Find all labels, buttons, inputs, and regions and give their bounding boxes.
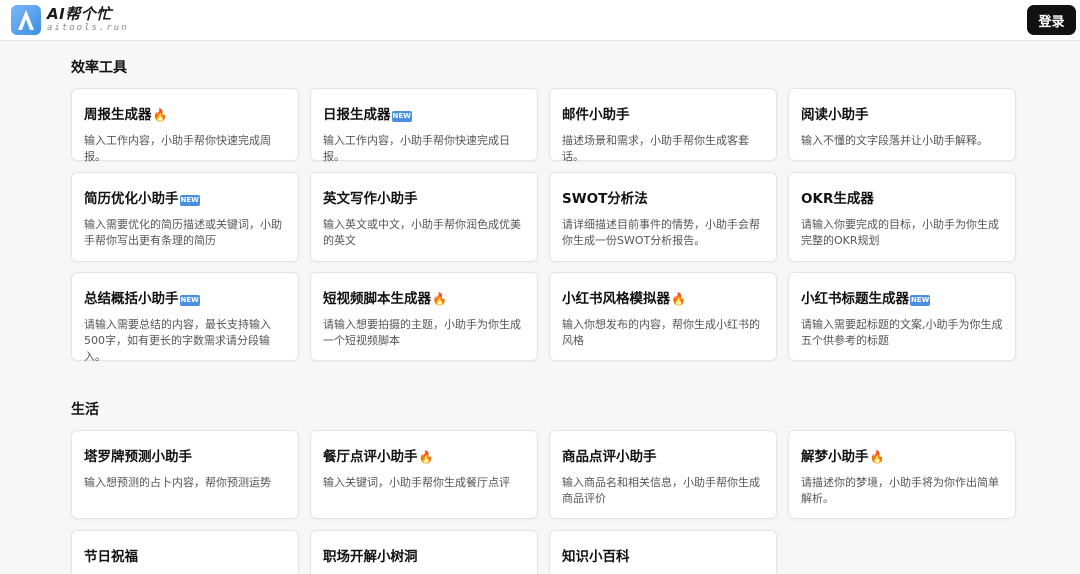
tool-card[interactable]: 英文写作小助手输入英文或中文，小助手帮你润色成优美的英文 [310,172,538,262]
card-title: 阅读小助手 [801,107,869,123]
fire-icon: 🔥 [671,292,686,306]
card-title: OKR生成器 [801,191,874,207]
new-badge-icon: NEW [179,195,200,206]
new-badge-icon: NEW [179,295,200,306]
tool-card[interactable]: 餐厅点评小助手🔥 输入关键词，小助手帮你生成餐厅点评 [310,430,538,519]
card-title: SWOT分析法 [562,191,648,207]
card-title: 邮件小助手 [562,107,630,123]
card-description: 输入需要优化的简历描述或关键词，小助手帮你写出更有条理的简历 [84,218,282,247]
new-badge-icon: NEW [391,111,412,122]
tool-card[interactable]: 小红书风格模拟器🔥 输入你想发布的内容，帮你生成小红书的风格 [549,272,777,361]
card-title: 英文写作小助手 [323,191,418,207]
logo-title: AI帮个忙 [47,5,112,23]
tool-card[interactable]: 知识小百科 [549,530,777,574]
card-title: 职场开解小树洞 [323,549,418,565]
card-title: 总结概括小助手 [84,291,179,307]
tool-card[interactable]: 商品点评小助手输入商品名和相关信息，小助手帮你生成商品评价 [549,430,777,519]
tool-card[interactable]: 周报生成器🔥 输入工作内容，小助手帮你快速完成周报。 [71,88,299,163]
card-title: 解梦小助手 [801,449,869,465]
tool-card[interactable]: 解梦小助手🔥 请描述你的梦境，小助手将为你作出简单解析。 [788,430,1016,519]
tool-card[interactable]: OKR生成器请输入你要完成的目标，小助手为你生成完整的OKR规划 [788,172,1016,262]
card-title: 短视频脚本生成器 [323,291,431,307]
site-logo[interactable]: AI帮个忙 aitools.run [11,5,129,35]
new-badge-icon: NEW [910,295,931,306]
card-description: 请输入想要拍摄的主题，小助手为你生成一个短视频脚本 [323,318,521,347]
card-title: 节日祝福 [84,549,138,565]
fire-icon: 🔥 [432,292,447,306]
login-button[interactable]: 登录 [1027,5,1076,35]
card-title: 商品点评小助手 [562,449,657,465]
tool-card[interactable]: 邮件小助手描述场景和需求，小助手帮你生成客套话。 [549,88,777,163]
tool-card[interactable]: 总结概括小助手 NEW 请输入需要总结的内容，最长支持输入500字，如有更长的字数需… [71,272,299,363]
logo-subtitle: aitools.run [47,23,129,33]
tool-card[interactable]: 短视频脚本生成器🔥 请输入想要拍摄的主题，小助手为你生成一个短视频脚本 [310,272,538,361]
card-description: 请详细描述目前事件的情势，小助手会帮你生成一份SWOT分析报告。 [562,218,760,247]
tool-card[interactable]: 小红书标题生成器 NEW 请输入需要起标题的文案,小助手为你生成五个供参考的标题 [788,272,1016,361]
card-description: 请描述你的梦境，小助手将为你作出简单解析。 [801,476,999,505]
tool-card[interactable]: 简历优化小助手 NEW 输入需要优化的简历描述或关键词，小助手帮你写出更有条理的简历 [71,172,299,262]
card-description: 请输入需要总结的内容，最长支持输入500字，如有更长的字数需求请分段输入。 [84,318,271,363]
card-title: 周报生成器 [84,107,152,123]
logo-a-icon [11,5,41,35]
card-description: 输入工作内容，小助手帮你快速完成日报。 [323,134,510,163]
tool-card[interactable]: 塔罗牌预测小助手输入想预测的占卜内容，帮你预测运势 [71,430,299,519]
tool-card[interactable]: 节日祝福 [71,530,299,574]
card-description: 输入关键词，小助手帮你生成餐厅点评 [323,476,510,489]
card-title: 小红书风格模拟器 [562,291,670,307]
card-title: 餐厅点评小助手 [323,449,418,465]
card-title: 知识小百科 [562,549,630,565]
tool-card[interactable]: 日报生成器 NEW 输入工作内容，小助手帮你快速完成日报。 [310,88,538,163]
card-description: 输入想预测的占卜内容，帮你预测运势 [84,476,271,489]
tool-card[interactable]: SWOT分析法请详细描述目前事件的情势，小助手会帮你生成一份SWOT分析报告。 [549,172,777,262]
card-description: 输入商品名和相关信息，小助手帮你生成商品评价 [562,476,760,505]
fire-icon: 🔥 [152,108,168,122]
card-title: 简历优化小助手 [84,191,179,207]
tool-card[interactable]: 职场开解小树洞 [310,530,538,574]
section-title: 效率工具 [71,60,127,76]
card-title: 小红书标题生成器 [801,291,909,307]
card-description: 请输入需要起标题的文案,小助手为你生成五个供参考的标题 [801,318,1003,347]
tool-card[interactable]: 阅读小助手输入不懂的文字段落并让小助手解释。 [788,88,1016,161]
card-description: 输入英文或中文，小助手帮你润色成优美的英文 [323,218,521,247]
fire-icon: 🔥 [869,450,885,464]
section-title: 生活 [71,402,99,418]
card-description: 请输入你要完成的目标，小助手为你生成完整的OKR规划 [801,218,999,247]
card-description: 输入工作内容，小助手帮你快速完成周报。 [84,134,271,163]
card-description: 描述场景和需求，小助手帮你生成客套话。 [562,134,749,163]
card-title: 塔罗牌预测小助手 [84,449,192,465]
card-title: 日报生成器 [323,107,391,123]
card-description: 输入你想发布的内容，帮你生成小红书的风格 [562,318,760,347]
fire-icon: 🔥 [418,450,434,464]
top-header: AI帮个忙 aitools.run 登录 [0,0,1080,41]
card-description: 输入不懂的文字段落并让小助手解释。 [801,134,988,147]
